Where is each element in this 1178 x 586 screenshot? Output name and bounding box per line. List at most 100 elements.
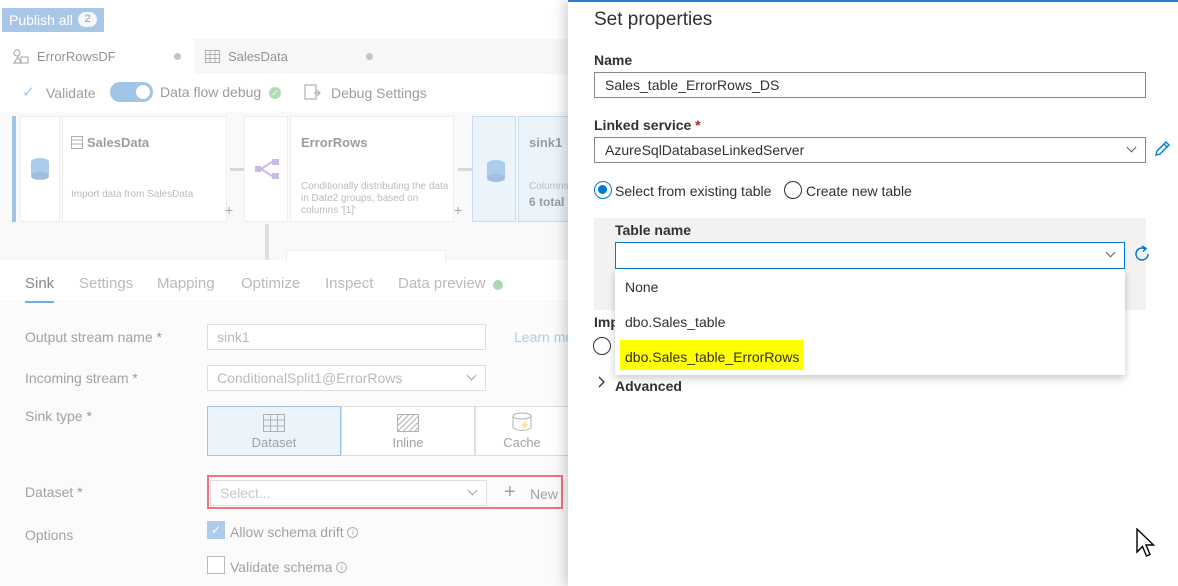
new-table-radio[interactable]: [784, 181, 802, 199]
tab-label: SalesData: [228, 49, 288, 64]
node-title: SalesData: [87, 135, 150, 150]
tab-errorrowsdf[interactable]: ErrorRowsDF: [0, 39, 194, 74]
allow-schema-drift-label: Allow schema drift i: [230, 524, 359, 540]
name-label: Name: [594, 52, 633, 68]
set-properties-panel: Set properties Name Sales_table_ErrorRow…: [568, 0, 1178, 586]
sink-type-dataset[interactable]: Dataset: [207, 406, 341, 456]
tab-salesdata[interactable]: SalesData: [194, 39, 382, 74]
debug-settings-button[interactable]: Debug Settings: [331, 85, 427, 101]
debug-settings-icon: [304, 84, 321, 100]
add-transform-icon[interactable]: +: [454, 202, 462, 218]
unsaved-dot-icon: [174, 53, 181, 60]
table-name-dropdown: None dbo.Sales_table dbo.Sales_table_Err…: [615, 269, 1125, 375]
import-schema-radio[interactable]: [593, 337, 611, 355]
tab-optimize[interactable]: Optimize: [241, 275, 300, 292]
chevron-right-icon[interactable]: [598, 376, 606, 388]
tab-sink[interactable]: Sink: [25, 275, 55, 303]
validate-schema-label: Validate schema i: [230, 559, 348, 575]
table-icon: [205, 50, 220, 63]
split-node-icon-box[interactable]: [244, 116, 288, 222]
table-icon: [71, 136, 83, 149]
chevron-down-icon: [1126, 142, 1137, 153]
editor-toolbar: ✓ Validate Data flow debug ✓ Debug Setti…: [0, 76, 568, 110]
sink-type-cache[interactable]: ⚡ Cache: [475, 406, 568, 456]
chevron-down-icon: [466, 370, 477, 381]
dataset-label: Dataset *: [25, 484, 83, 500]
split-node[interactable]: ErrorRows Conditionally distributing the…: [290, 116, 454, 222]
inline-hatch-icon: [397, 414, 419, 432]
node-subtitle: Import data from SalesData: [71, 189, 194, 200]
allow-schema-drift-checkbox[interactable]: ✓: [207, 521, 225, 539]
linked-service-label: Linked service *: [594, 117, 701, 133]
name-input[interactable]: Sales_table_ErrorRows_DS: [594, 72, 1146, 98]
document-tab-bar: ErrorRowsDF SalesData: [0, 39, 568, 74]
database-icon: [487, 160, 505, 182]
refresh-icon[interactable]: [1132, 244, 1152, 264]
chevron-down-icon: [1105, 247, 1116, 258]
cache-icon: ⚡: [512, 412, 532, 431]
dropdown-option-sales-table[interactable]: dbo.Sales_table: [625, 314, 725, 330]
node-title: sink1: [529, 135, 563, 150]
database-icon: [31, 158, 49, 180]
sink-type-inline[interactable]: Inline: [341, 406, 475, 456]
source-node-icon-box[interactable]: [20, 116, 60, 222]
tab-inspect[interactable]: Inspect: [325, 275, 373, 292]
existing-table-radio[interactable]: [594, 181, 612, 199]
debug-ok-icon: ✓: [269, 87, 281, 99]
new-table-label: Create new table: [806, 183, 912, 199]
validate-schema-checkbox[interactable]: [207, 556, 225, 574]
info-icon: i: [347, 527, 359, 538]
property-tabs: Sink Settings Mapping Optimize Inspect D…: [0, 262, 568, 303]
sink-type-label-text: Inline: [392, 435, 424, 450]
incoming-stream-label: Incoming stream *: [25, 370, 138, 386]
node-subtitle: Conditionally distributing the data in D…: [301, 181, 449, 216]
publish-all-label: Publish all: [9, 12, 73, 28]
next-node-partial[interactable]: [286, 250, 446, 262]
conditional-split-icon: [255, 159, 279, 179]
existing-table-label: Select from existing table: [615, 183, 772, 199]
learn-more-link[interactable]: Learn more: [514, 329, 568, 345]
debug-label: Data flow debug: [160, 84, 262, 100]
validate-button[interactable]: Validate: [46, 85, 96, 101]
highlight-annotation: [207, 475, 563, 509]
pencil-icon[interactable]: [1153, 140, 1171, 158]
node-title: ErrorRows: [301, 135, 368, 150]
mouse-cursor-icon: [1136, 528, 1156, 557]
source-node[interactable]: SalesData Import data from SalesData: [62, 116, 227, 222]
connector-line: [230, 168, 244, 171]
publish-all-button[interactable]: Publish all 2: [2, 8, 104, 32]
options-label: Options: [25, 527, 74, 543]
dropdown-option-none[interactable]: None: [625, 279, 658, 295]
sink-type-label-text: Dataset: [251, 435, 297, 450]
data-flow-editor: Publish all 2 ErrorRowsDF SalesData ✓ Va…: [0, 0, 568, 586]
flow-canvas: SalesData Import data from SalesData + E…: [0, 112, 568, 262]
table-name-select[interactable]: [615, 242, 1125, 269]
sink-type-label: Sink type *: [25, 408, 92, 424]
selection-bar: [12, 116, 16, 222]
debug-toggle[interactable]: [110, 82, 153, 102]
sink-node-icon-box[interactable]: [472, 116, 516, 222]
dropdown-option-sales-table-errorrows[interactable]: dbo.Sales_table_ErrorRows: [625, 349, 799, 365]
linked-service-value: AzureSqlDatabaseLinkedServer: [605, 142, 805, 158]
panel-title: Set properties: [594, 9, 713, 30]
output-stream-input[interactable]: sink1: [207, 324, 486, 350]
advanced-toggle[interactable]: Advanced: [615, 378, 682, 394]
checkmark-icon: ✓: [22, 84, 35, 101]
incoming-stream-select[interactable]: ConditionalSplit1@ErrorRows: [207, 365, 486, 391]
tab-data-preview[interactable]: Data preview: [398, 275, 486, 292]
incoming-stream-value: ConditionalSplit1@ErrorRows: [217, 370, 403, 386]
table-icon: [263, 414, 285, 432]
tab-settings[interactable]: Settings: [79, 275, 133, 292]
svg-text:⚡: ⚡: [519, 419, 530, 431]
publish-count-badge: 2: [78, 12, 97, 27]
preview-status-icon: [493, 280, 503, 290]
info-icon: i: [336, 562, 348, 573]
add-transform-icon[interactable]: +: [225, 202, 233, 218]
sink-node[interactable]: sink1 Columns: 6 total: [518, 116, 568, 222]
tab-label: ErrorRowsDF: [37, 49, 116, 64]
linked-service-select[interactable]: AzureSqlDatabaseLinkedServer: [594, 137, 1146, 163]
tab-mapping[interactable]: Mapping: [157, 275, 215, 292]
connector-line: [458, 168, 472, 171]
connector-line: [265, 224, 269, 260]
sink-type-label-text: Cache: [503, 435, 541, 450]
